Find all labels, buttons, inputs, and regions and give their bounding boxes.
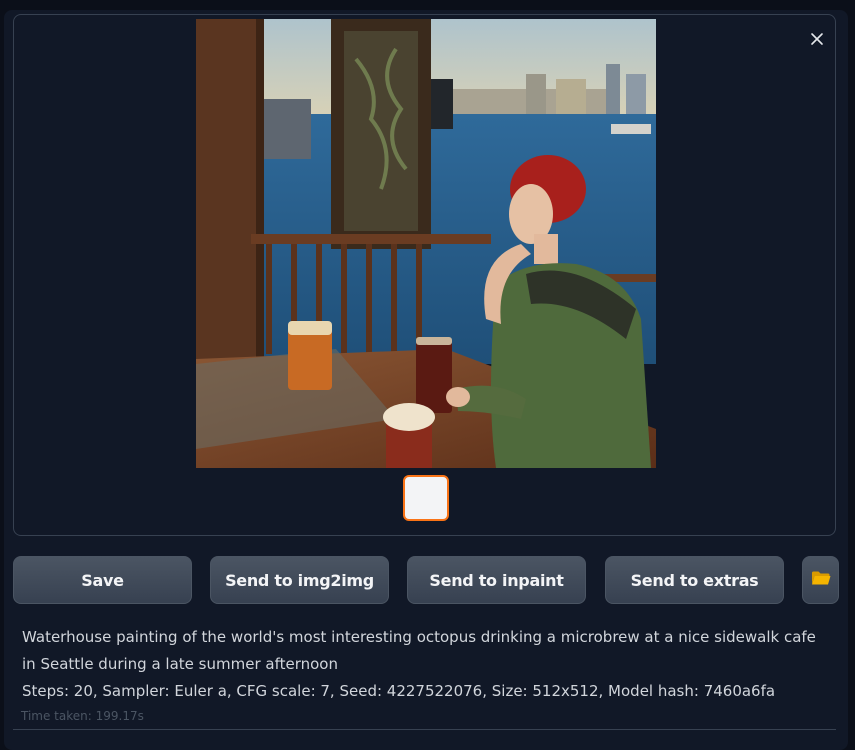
prompt-text: Waterhouse painting of the world's most … <box>22 628 816 673</box>
generated-image[interactable] <box>196 19 656 468</box>
time-taken: Time taken: 199.17s <box>21 709 144 723</box>
parameters-text: Steps: 20, Sampler: Euler a, CFG scale: … <box>22 682 776 700</box>
send-to-extras-button[interactable]: Send to extras <box>605 556 784 604</box>
send-to-inpaint-label: Send to inpaint <box>429 570 564 590</box>
close-icon[interactable] <box>808 30 826 48</box>
folder-icon <box>811 570 831 590</box>
send-to-img2img-button[interactable]: Send to img2img <box>210 556 389 604</box>
send-to-img2img-label: Send to img2img <box>225 570 374 590</box>
send-to-inpaint-button[interactable]: Send to inpaint <box>407 556 586 604</box>
send-to-extras-label: Send to extras <box>630 570 759 590</box>
gallery-thumbnail[interactable] <box>403 475 449 521</box>
save-button[interactable]: Save <box>13 556 192 604</box>
generation-info: Waterhouse painting of the world's most … <box>22 624 834 705</box>
save-button-label: Save <box>81 570 124 590</box>
open-folder-button[interactable] <box>802 556 839 604</box>
divider <box>13 729 836 730</box>
